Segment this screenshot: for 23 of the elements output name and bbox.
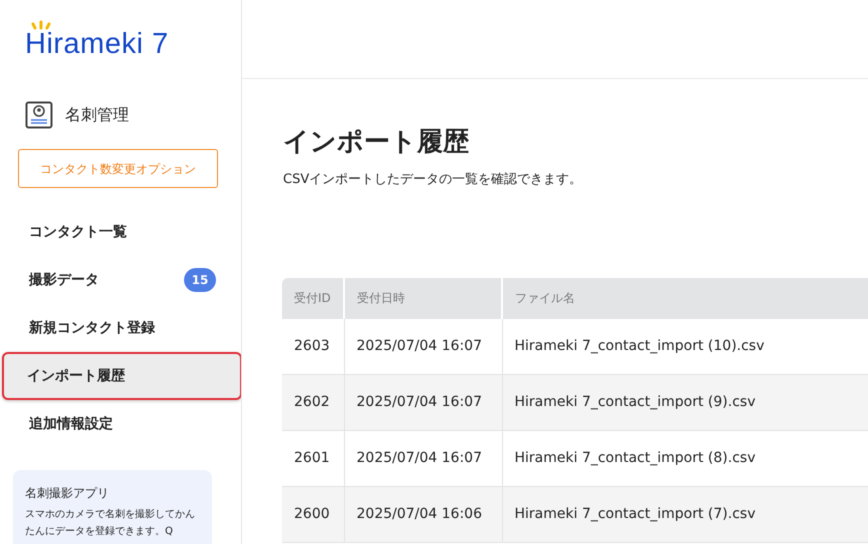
sun-rays-icon	[30, 20, 52, 30]
nav-item[interactable]: 新規コンタクト登録	[2, 304, 241, 352]
card-text: スマホのカメラで名刺を撮影してかんたんにデータを登録できます。Q	[25, 508, 196, 539]
table-cell: Hirameki 7_contact_import (9).csv	[502, 374, 868, 430]
nav-item[interactable]: 撮影データ 15	[2, 256, 241, 304]
nav-item[interactable]: コンタクト一覧	[2, 208, 241, 256]
table-cell: 2025/07/04 16:06	[344, 486, 502, 542]
count-badge: 15	[184, 268, 216, 292]
table-cell: Hirameki 7_contact_import (7).csv	[502, 486, 868, 542]
page-subtitle: CSVインポートしたデータの一覧を確認できます。	[283, 171, 584, 189]
column-header: 受付ID	[282, 278, 344, 318]
column-header: ファイル名	[502, 278, 868, 318]
page-title: インポート履歴	[283, 126, 470, 159]
table-cell: 2025/07/04 16:07	[344, 374, 502, 430]
section-title: 名刺管理	[65, 104, 129, 126]
card-title: 名刺撮影アプリ	[25, 485, 110, 502]
business-card-icon	[25, 101, 53, 129]
nav-item[interactable]: インポート履歴	[2, 352, 241, 400]
table-cell: 2600	[282, 486, 344, 542]
nav-item[interactable]: 追加情報設定	[2, 400, 241, 448]
logo[interactable]: Hirameki 7	[25, 20, 169, 59]
table-cell: 2602	[282, 374, 344, 430]
column-header: 受付日時	[344, 278, 502, 318]
